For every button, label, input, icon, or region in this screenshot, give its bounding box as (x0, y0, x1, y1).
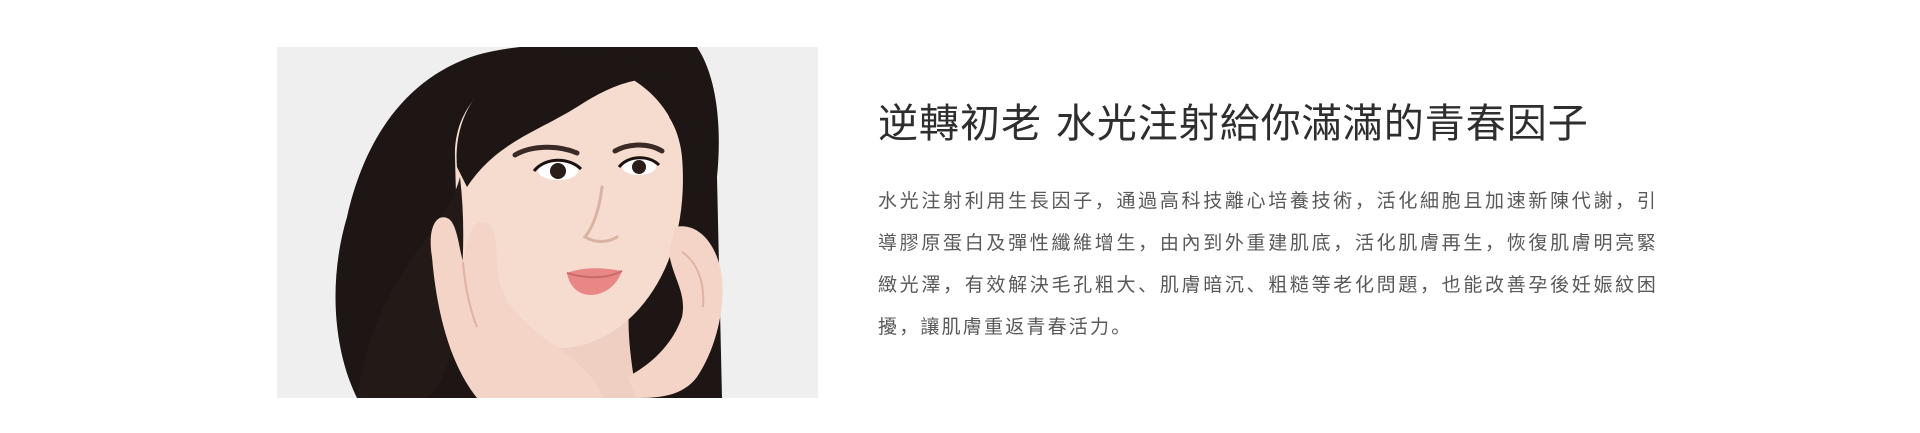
hero-section: 逆轉初老 水光注射給你滿滿的青春因子 水光注射利用生長因子，通過高科技離心培養技… (0, 0, 1920, 433)
hero-photo (277, 47, 818, 398)
hero-text-block: 逆轉初老 水光注射給你滿滿的青春因子 水光注射利用生長因子，通過高科技離心培養技… (878, 96, 1658, 348)
woman-portrait-image (277, 47, 818, 398)
hero-headline: 逆轉初老 水光注射給你滿滿的青春因子 (878, 101, 1589, 147)
hero-description: 水光注射利用生長因子，通過高科技離心培養技術，活化細胞且加速新陳代謝，引導膠原蛋… (878, 190, 1658, 338)
